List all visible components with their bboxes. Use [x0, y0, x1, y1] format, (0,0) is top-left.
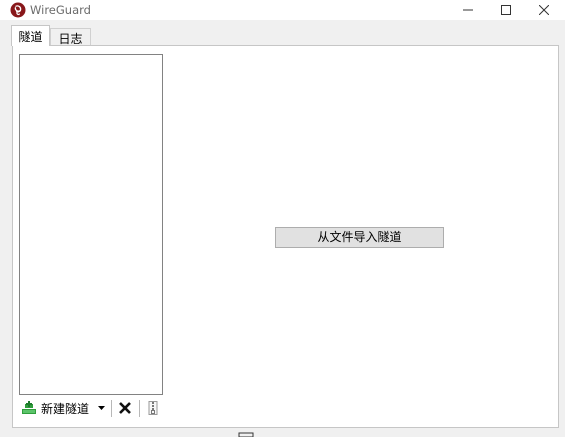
close-icon	[539, 5, 549, 15]
window-frame-right	[559, 46, 565, 437]
maximize-button[interactable]	[488, 0, 524, 20]
window-title: WireGuard	[30, 3, 91, 17]
maximize-icon	[501, 5, 511, 15]
toolbar-separator	[111, 400, 112, 417]
tab-log[interactable]: 日志	[50, 28, 91, 46]
close-button[interactable]	[526, 0, 562, 20]
minimize-icon	[463, 9, 473, 11]
add-tunnel-icon	[22, 401, 36, 414]
window-edge-glyph	[238, 432, 254, 437]
wireguard-logo-icon	[10, 2, 26, 18]
import-tunnel-from-file-button[interactable]: 从文件导入隧道	[275, 227, 444, 248]
tab-strip: 隧道 日志	[0, 20, 565, 46]
add-tunnel-button[interactable]: 新建隧道	[21, 399, 89, 417]
toolbar-separator	[139, 400, 140, 417]
window-frame-bottom	[0, 428, 565, 437]
add-tunnel-dropdown[interactable]	[95, 401, 107, 415]
title-bar: WireGuard	[0, 0, 565, 20]
tab-tunnels[interactable]: 隧道	[11, 25, 50, 46]
add-tunnel-label: 新建隧道	[41, 401, 90, 416]
tunnel-toolbar: 新建隧道	[19, 397, 164, 419]
export-zip-icon[interactable]	[145, 400, 161, 416]
window-frame-left	[0, 46, 12, 437]
delete-icon[interactable]	[117, 400, 133, 416]
tunnel-list[interactable]	[19, 54, 163, 395]
dropdown-arrow-icon	[97, 406, 105, 410]
minimize-button[interactable]	[450, 0, 486, 20]
